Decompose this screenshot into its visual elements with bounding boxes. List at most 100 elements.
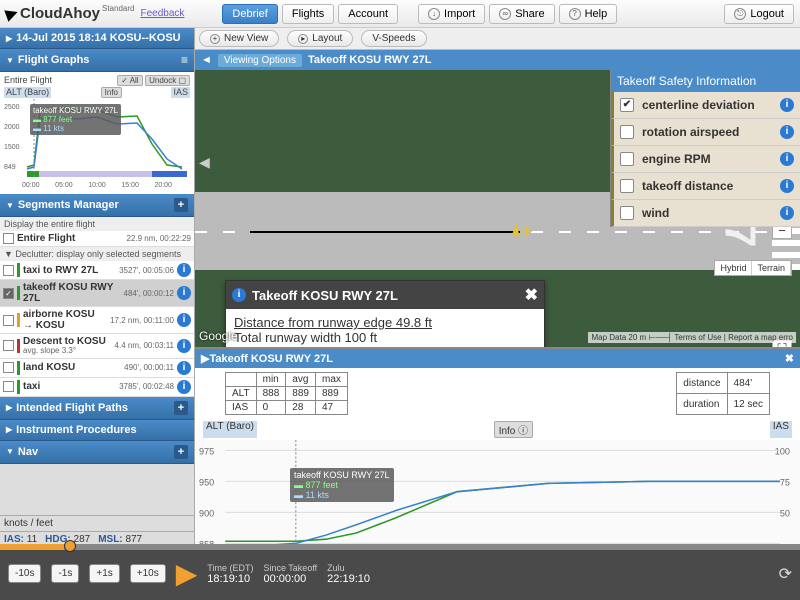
segment-item[interactable]: Descent to KOSUavg. slope 3.3°4.4 nm, 00… — [0, 334, 194, 359]
svg-text:900: 900 — [199, 508, 214, 518]
dist-table: distance484' duration12 sec — [676, 372, 770, 415]
add-segment-button[interactable]: + — [174, 198, 188, 212]
segment-item[interactable]: ✓takeoff KOSU RWY 27L484', 00:00:12i — [0, 280, 194, 307]
segment-item[interactable]: land KOSU490', 00:00:11i — [0, 359, 194, 378]
stats-table: minavgmax ALT888889889 IAS02847 — [225, 372, 348, 415]
info-icon[interactable]: i — [177, 380, 191, 394]
popup-line1: Distance from runway edge 49.8 ft — [234, 315, 536, 330]
segment-item[interactable]: airborne KOSU → KOSU17.2 nm, 00:11:00i — [0, 307, 194, 334]
feedback-link[interactable]: Feedback — [140, 8, 184, 19]
flight-selector[interactable]: ▶14-Jul 2015 18:14 KOSU--KOSU — [0, 28, 194, 49]
segment-color-bar — [17, 286, 20, 300]
layout-tab[interactable]: ▸Layout — [287, 30, 353, 47]
segment-checkbox[interactable]: ✓ — [3, 288, 14, 299]
svg-text:950: 950 — [199, 477, 214, 487]
panel-instrument[interactable]: ▶Instrument Procedures — [0, 420, 194, 441]
tab-account[interactable]: Account — [338, 4, 398, 24]
logout-icon: ⎋ — [734, 8, 746, 20]
safety-checkbox[interactable]: ✔ — [620, 98, 634, 112]
safety-item[interactable]: ✔centerline deviationi — [611, 92, 800, 119]
info-icon[interactable]: i — [780, 125, 794, 139]
info-button[interactable]: Info — [101, 87, 122, 98]
skip-back-10s[interactable]: -10s — [8, 564, 41, 583]
info-icon[interactable]: i — [780, 179, 794, 193]
info-icon[interactable]: i — [177, 361, 191, 375]
safety-checkbox[interactable] — [620, 152, 634, 166]
panel-nav[interactable]: ▼Nav+ — [0, 441, 194, 464]
playback-bar: -10s -1s +1s +10s ▶ Time (EDT)18:19:10 S… — [0, 547, 800, 600]
all-toggle[interactable]: ✓ All — [117, 75, 142, 86]
mini-graph[interactable]: Entire Flight✓ All Undock ▢ ALT (Baro)In… — [0, 72, 194, 194]
segment-item[interactable]: taxi3785', 00:02:48i — [0, 378, 194, 397]
safety-checkbox[interactable] — [620, 125, 634, 139]
segment-checkbox[interactable] — [3, 381, 14, 392]
tab-debrief[interactable]: Debrief — [222, 4, 277, 24]
chart-info-button[interactable]: Info ⓘ — [494, 421, 533, 438]
map-pan-left-icon[interactable]: ◀ — [199, 154, 210, 171]
logout-button[interactable]: ⎋Logout — [724, 4, 794, 24]
share-button[interactable]: ∞Share — [489, 4, 554, 24]
panel-paths[interactable]: ▶Intended Flight Paths+ — [0, 397, 194, 420]
segment-entire[interactable]: Entire Flight22.9 nm, 00:22:29 — [0, 231, 194, 247]
segment-checkbox[interactable] — [3, 265, 14, 276]
map-type-toggle[interactable]: HybridTerrain — [714, 260, 792, 276]
skip-back-1s[interactable]: -1s — [51, 564, 79, 583]
undock-button[interactable]: Undock ▢ — [145, 75, 190, 86]
status-bar: knots / feet — [0, 515, 194, 531]
segment-checkbox[interactable] — [3, 362, 14, 373]
safety-item[interactable]: engine RPMi — [611, 146, 800, 173]
info-icon[interactable]: i — [780, 152, 794, 166]
svg-text:2000: 2000 — [4, 124, 20, 131]
map-attribution[interactable]: Map Data 20 m ⊢──┤ Terms of Use | Report… — [588, 332, 796, 343]
info-popup: iTakeoff KOSU RWY 27L✖ Distance from run… — [225, 280, 545, 347]
info-icon[interactable]: i — [177, 313, 191, 327]
time-zulu: Zulu22:19:10 — [327, 563, 370, 585]
safety-checkbox[interactable] — [620, 179, 634, 193]
bottom-chart-title: Takeoff KOSU RWY 27L — [209, 353, 332, 365]
import-icon: ↓ — [428, 8, 440, 20]
chevron-left-icon[interactable]: ◄ — [201, 54, 212, 66]
expand-icon[interactable]: ▶ — [201, 352, 209, 365]
vspeeds-tab[interactable]: V-Speeds — [361, 30, 426, 47]
svg-text:2500: 2500 — [4, 104, 20, 111]
viewing-options[interactable]: Viewing Options — [218, 54, 302, 67]
segment-color-bar — [17, 361, 20, 375]
safety-title: Takeoff Safety Information — [611, 70, 800, 92]
segment-checkbox[interactable] — [3, 315, 14, 326]
svg-text:1500: 1500 — [4, 144, 20, 151]
slider-knob[interactable] — [64, 540, 76, 552]
time-since-takeoff: Since Takeoff00:00:00 — [263, 563, 317, 585]
safety-item[interactable]: takeoff distancei — [611, 173, 800, 200]
help-button[interactable]: ?Help — [559, 4, 618, 24]
view-title: Takeoff KOSU RWY 27L — [308, 54, 431, 66]
loop-icon[interactable]: ⟳ — [779, 564, 792, 584]
new-view-tab[interactable]: +New View — [199, 30, 279, 47]
declutter-note: ▼ Declutter: display only selected segme… — [0, 247, 194, 261]
safety-checkbox[interactable] — [620, 206, 634, 220]
close-icon[interactable]: ✖ — [525, 285, 538, 305]
info-icon[interactable]: i — [780, 98, 794, 112]
chart-close-icon[interactable]: ✖ — [785, 352, 794, 365]
info-icon[interactable]: i — [177, 286, 191, 300]
map[interactable]: 27 ✈ ◀ ⌖ + − HybridTerrain ⛶ iTakeoff KO… — [195, 70, 800, 347]
share-icon: ∞ — [499, 8, 511, 20]
info-icon[interactable]: i — [780, 206, 794, 220]
tab-flights[interactable]: Flights — [282, 4, 334, 24]
segment-color-bar — [17, 380, 20, 394]
playback-slider[interactable] — [0, 544, 800, 550]
segment-item[interactable]: taxi to RWY 27L3527', 00:05:06i — [0, 261, 194, 280]
safety-item[interactable]: windi — [611, 200, 800, 227]
info-icon[interactable]: i — [177, 263, 191, 277]
help-icon: ? — [569, 8, 581, 20]
skip-fwd-10s[interactable]: +10s — [130, 564, 166, 583]
hamburger-icon[interactable]: ≡ — [181, 53, 188, 67]
import-button[interactable]: ↓Import — [418, 4, 485, 24]
safety-item[interactable]: rotation airspeedi — [611, 119, 800, 146]
svg-text:50: 50 — [780, 508, 790, 518]
skip-fwd-1s[interactable]: +1s — [89, 564, 119, 583]
panel-segments[interactable]: ▼Segments Manager+ — [0, 194, 194, 217]
panel-flight-graphs[interactable]: ▼Flight Graphs≡ — [0, 49, 194, 72]
play-button[interactable]: ▶ — [176, 557, 198, 590]
segment-checkbox[interactable] — [3, 340, 14, 351]
info-icon[interactable]: i — [177, 339, 191, 353]
